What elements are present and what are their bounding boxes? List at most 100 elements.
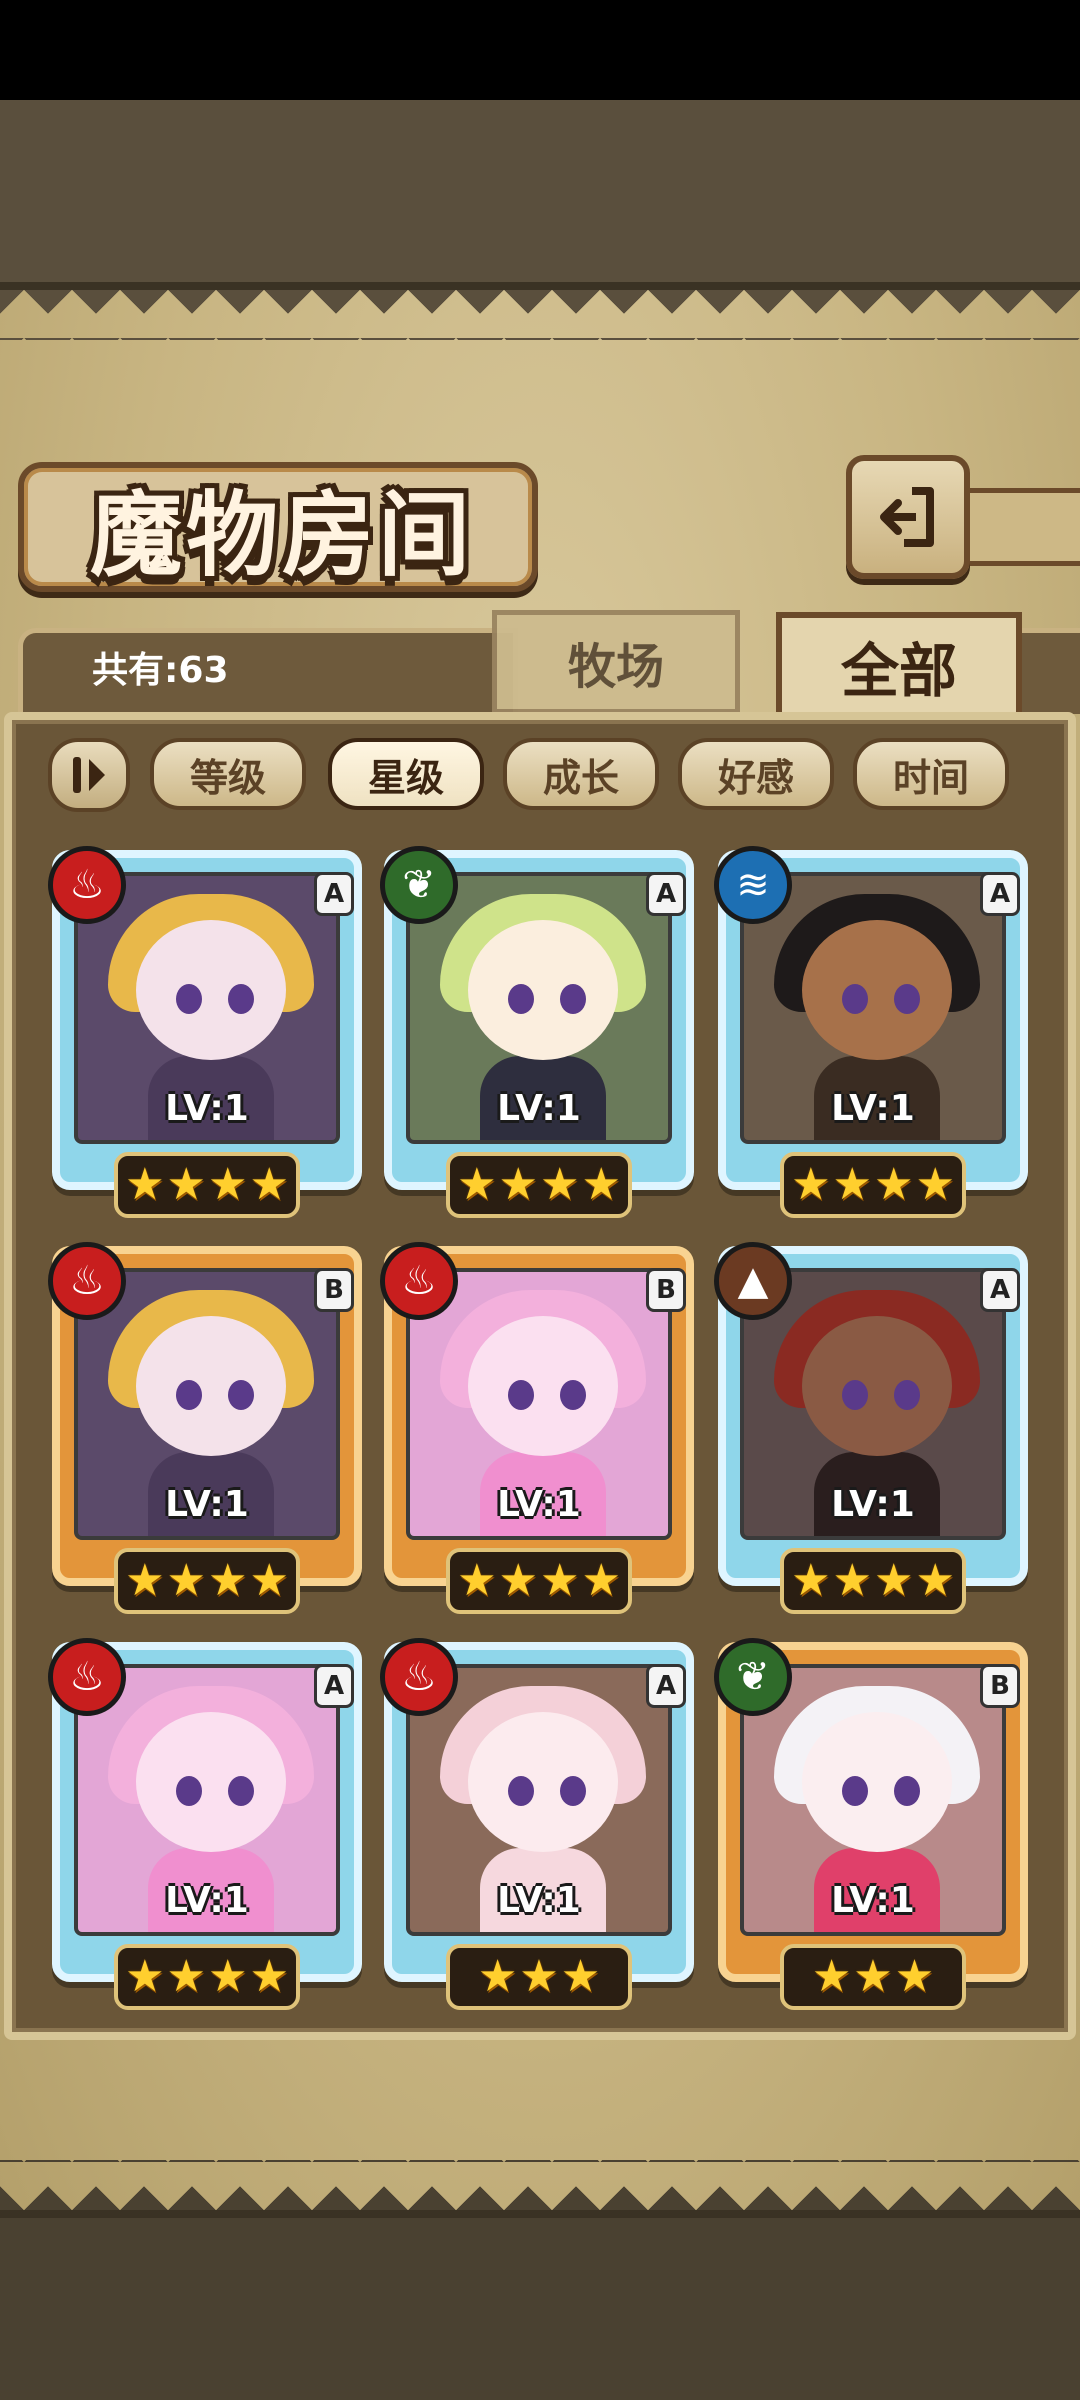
fire-element-icon: ♨ — [380, 1638, 458, 1716]
portrait-face — [136, 1712, 286, 1852]
portrait-eye — [560, 1776, 586, 1806]
portrait-eye — [176, 1776, 202, 1806]
star-rating: ★ ★ ★ ★ — [446, 1152, 632, 1218]
star-icon: ★ — [832, 1555, 872, 1606]
earth-glyph: ▲ — [737, 1258, 769, 1304]
sort-by-growth-button[interactable]: 成长 — [503, 738, 659, 810]
star-icon: ★ — [457, 1555, 497, 1606]
fire-glyph: ♨ — [401, 1654, 437, 1700]
monster-level: LV:1 — [831, 1088, 915, 1129]
portrait-face — [802, 1712, 952, 1852]
star-icon: ★ — [208, 1951, 248, 2002]
portrait-eye — [560, 1380, 586, 1410]
star-icon: ★ — [249, 1159, 289, 1210]
star-icon: ★ — [874, 1555, 914, 1606]
star-icon: ★ — [498, 1159, 538, 1210]
fire-element-icon: ♨ — [48, 1242, 126, 1320]
star-rating: ★ ★ ★ ★ — [780, 1152, 966, 1218]
sort-by-time-button[interactable]: 时间 — [853, 738, 1009, 810]
star-icon: ★ — [832, 1159, 872, 1210]
fire-element-icon: ♨ — [48, 1638, 126, 1716]
monster-card[interactable]: LV:1 B ❦ ★ ★ ★ — [714, 1638, 1028, 2020]
fire-glyph: ♨ — [401, 1258, 437, 1304]
water-glyph: ≋ — [736, 862, 770, 908]
sort-by-stars-button[interactable]: 星级 — [328, 738, 484, 810]
star-rating: ★ ★ ★ ★ — [780, 1548, 966, 1614]
back-arrow-icon — [880, 487, 934, 547]
monster-card[interactable]: LV:1 A ♨ ★ ★ ★ — [380, 1638, 694, 2020]
star-rating: ★ ★ ★ ★ — [114, 1152, 300, 1218]
star-icon: ★ — [581, 1159, 621, 1210]
water-element-icon: ≋ — [714, 846, 792, 924]
star-icon: ★ — [915, 1159, 955, 1210]
monster-level: LV:1 — [165, 1088, 249, 1129]
monster-card[interactable]: LV:1 A ≋ ★ ★ ★ ★ — [714, 846, 1028, 1228]
star-icon: ★ — [540, 1555, 580, 1606]
portrait-eye — [176, 984, 202, 1014]
nature-element-icon: ❦ — [380, 846, 458, 924]
status-bar — [0, 0, 1080, 100]
star-icon: ★ — [811, 1951, 852, 2002]
monster-level: LV:1 — [165, 1880, 249, 1921]
rank-badge: A — [980, 872, 1020, 916]
star-icon: ★ — [874, 1159, 914, 1210]
monster-card[interactable]: LV:1 A ♨ ★ ★ ★ ★ — [48, 1638, 362, 2020]
sort-by-level-button[interactable]: 等级 — [150, 738, 306, 810]
nature-glyph: ❦ — [736, 1654, 770, 1700]
star-icon: ★ — [519, 1951, 559, 2002]
star-icon: ★ — [477, 1951, 518, 2002]
star-icon: ★ — [560, 1951, 601, 2002]
monster-card[interactable]: LV:1 B ♨ ★ ★ ★ ★ — [380, 1242, 694, 1624]
portrait-eye — [508, 1380, 534, 1410]
portrait-face — [136, 1316, 286, 1456]
monster-level: LV:1 — [497, 1088, 581, 1129]
star-icon: ★ — [581, 1555, 621, 1606]
monster-card[interactable]: LV:1 A ❦ ★ ★ ★ ★ — [380, 846, 694, 1228]
nature-glyph: ❦ — [402, 862, 436, 908]
monster-card[interactable]: LV:1 B ♨ ★ ★ ★ ★ — [48, 1242, 362, 1624]
portrait-eye — [508, 984, 534, 1014]
portrait-eye — [228, 1776, 254, 1806]
tab-pasture[interactable]: 牧场 — [492, 610, 740, 714]
star-icon: ★ — [166, 1951, 206, 2002]
star-icon: ★ — [540, 1159, 580, 1210]
star-icon: ★ — [498, 1555, 538, 1606]
owned-count: 共有:63 — [92, 650, 229, 691]
tab-all[interactable]: 全部 — [776, 612, 1022, 720]
fire-element-icon: ♨ — [48, 846, 126, 924]
rank-badge: A — [646, 872, 686, 916]
star-rating: ★ ★ ★ ★ — [446, 1548, 632, 1614]
portrait-face — [802, 920, 952, 1060]
portrait-eye — [894, 1776, 920, 1806]
star-icon: ★ — [791, 1159, 831, 1210]
star-icon: ★ — [915, 1555, 955, 1606]
monster-card[interactable]: LV:1 A ▲ ★ ★ ★ ★ — [714, 1242, 1028, 1624]
portrait-face — [136, 920, 286, 1060]
portrait-eye — [176, 1380, 202, 1410]
fire-glyph: ♨ — [69, 862, 105, 908]
nature-element-icon: ❦ — [714, 1638, 792, 1716]
star-rating: ★ ★ ★ — [780, 1944, 966, 2010]
star-icon: ★ — [208, 1555, 248, 1606]
monster-level: LV:1 — [165, 1484, 249, 1525]
sort-direction-icon — [89, 759, 105, 791]
fire-glyph: ♨ — [69, 1654, 105, 1700]
monster-level: LV:1 — [831, 1880, 915, 1921]
portrait-face — [468, 1316, 618, 1456]
portrait-face — [802, 1316, 952, 1456]
star-icon: ★ — [791, 1555, 831, 1606]
portrait-face — [468, 1712, 618, 1852]
star-icon: ★ — [166, 1555, 206, 1606]
sort-by-affection-button[interactable]: 好感 — [678, 738, 834, 810]
sort-order-toggle[interactable] — [48, 738, 130, 812]
star-icon: ★ — [249, 1555, 289, 1606]
panel-zigzag-top — [0, 290, 1080, 340]
backdrop-top-band — [0, 100, 1080, 290]
portrait-eye — [842, 1776, 868, 1806]
monster-level: LV:1 — [497, 1880, 581, 1921]
back-button[interactable] — [846, 455, 970, 579]
portrait-eye — [842, 1380, 868, 1410]
monster-card[interactable]: LV:1 A ♨ ★ ★ ★ ★ — [48, 846, 362, 1228]
earth-element-icon: ▲ — [714, 1242, 792, 1320]
portrait-eye — [228, 1380, 254, 1410]
